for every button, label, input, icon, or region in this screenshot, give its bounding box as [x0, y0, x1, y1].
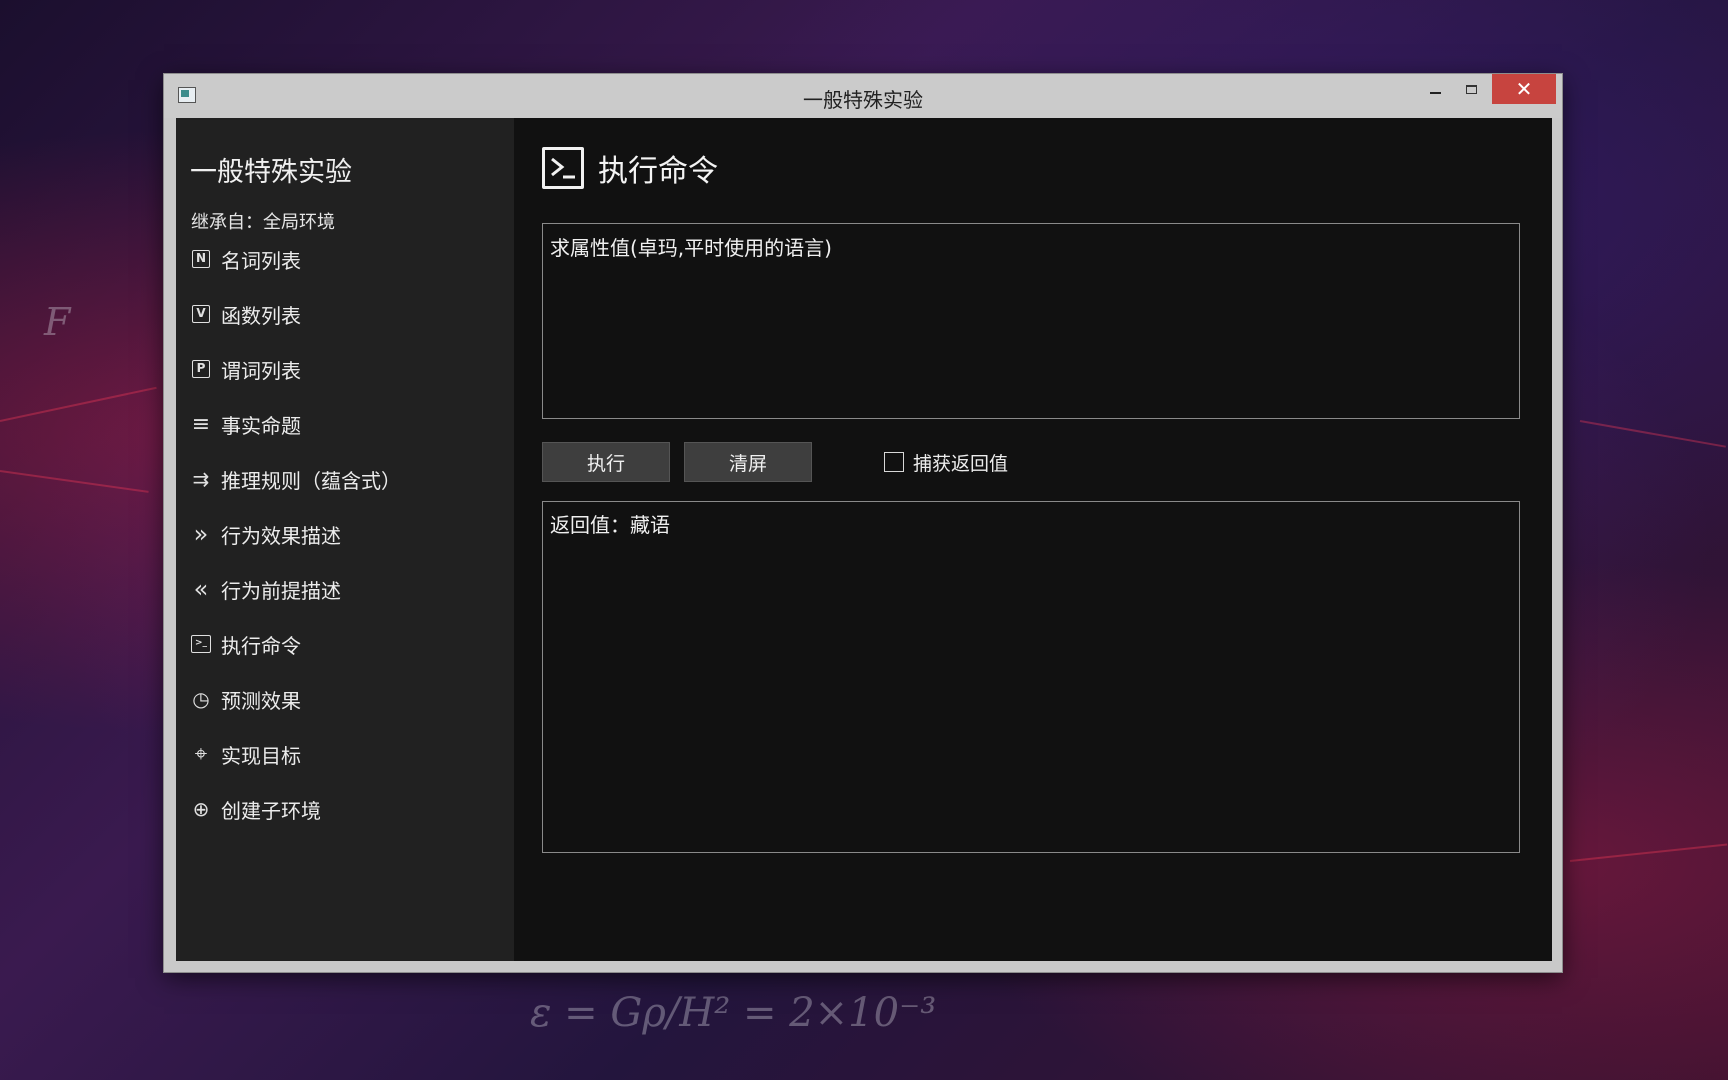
- sidebar-item-label: 行为效果描述: [221, 523, 341, 548]
- background-formula: F: [44, 300, 71, 344]
- page-header: 执行命令: [542, 146, 718, 190]
- output-text: 返回值：藏语: [550, 513, 670, 537]
- maximize-button[interactable]: [1456, 74, 1486, 104]
- light-streak: [1579, 420, 1726, 448]
- sidebar-item-label: 事实命题: [221, 413, 301, 438]
- arrows-right-icon: ⇉: [192, 467, 210, 491]
- sidebar-item-label: 实现目标: [221, 743, 301, 768]
- window-client-area: 一般特殊实验 继承自：全局环境 N 名词列表 V 函数列表 P 谓词列表 ≡ 事…: [176, 118, 1552, 961]
- inherit-text: 继承自：全局环境: [191, 212, 335, 233]
- sidebar-item-noun-list[interactable]: N 名词列表: [190, 242, 490, 276]
- command-input[interactable]: 求属性值(卓玛,平时使用的语言): [542, 223, 1520, 419]
- light-streak: [0, 386, 157, 422]
- close-button[interactable]: ✕: [1492, 74, 1556, 104]
- clock-icon: ◷: [192, 687, 210, 711]
- sidebar-item-achieve-goal[interactable]: ⌖ 实现目标: [190, 737, 490, 771]
- close-icon: ✕: [1515, 77, 1533, 101]
- terminal-icon: >_: [190, 633, 212, 655]
- sidebar-item-label: 预测效果: [221, 688, 301, 713]
- terminal-icon: [542, 147, 584, 189]
- background-formula: ε = Gρ/H² = 2×10⁻³: [530, 990, 937, 1036]
- capture-return-checkbox[interactable]: 捕获返回值: [884, 448, 1008, 476]
- sidebar-item-label: 执行命令: [221, 633, 301, 658]
- sidebar-item-inference-rules[interactable]: ⇉ 推理规则（蕴含式）: [190, 462, 490, 496]
- sidebar: 一般特殊实验 继承自：全局环境 N 名词列表 V 函数列表 P 谓词列表 ≡ 事…: [176, 118, 514, 961]
- sidebar-item-label: 行为前提描述: [221, 578, 341, 603]
- function-list-icon: V: [190, 303, 212, 325]
- noun-list-icon: N: [190, 248, 212, 270]
- capture-return-label: 捕获返回值: [913, 452, 1009, 475]
- predicate-list-icon: P: [190, 358, 212, 380]
- title-bar[interactable]: 一般特殊实验 ✕: [164, 74, 1562, 118]
- plus-circle-icon: ⊕: [192, 797, 210, 821]
- window-title: 一般特殊实验: [803, 88, 923, 112]
- sidebar-item-label: 谓词列表: [221, 358, 301, 383]
- light-streak: [1569, 843, 1728, 862]
- sidebar-item-label: 函数列表: [221, 303, 301, 328]
- sidebar-item-create-subenv[interactable]: ⊕ 创建子环境: [190, 792, 490, 826]
- target-icon: ⌖: [194, 741, 208, 767]
- light-streak: [0, 470, 149, 493]
- execute-button[interactable]: 执行: [542, 442, 670, 482]
- sidebar-item-label: 推理规则（蕴含式）: [221, 468, 401, 493]
- output-console[interactable]: 返回值：藏语: [542, 501, 1520, 853]
- list-lines-icon: ≡: [191, 411, 211, 437]
- sidebar-item-predict-effect[interactable]: ◷ 预测效果: [190, 682, 490, 716]
- sidebar-item-function-list[interactable]: V 函数列表: [190, 297, 490, 331]
- sidebar-item-label: 名词列表: [221, 248, 301, 273]
- page-title: 执行命令: [598, 154, 718, 189]
- double-chevron-right-icon: »: [193, 520, 209, 548]
- maximize-icon: [1465, 84, 1477, 94]
- sidebar-item-action-effects[interactable]: » 行为效果描述: [190, 517, 490, 551]
- sidebar-item-label: 创建子环境: [221, 798, 321, 823]
- sidebar-item-fact-propositions[interactable]: ≡ 事实命题: [190, 407, 490, 441]
- sidebar-item-predicate-list[interactable]: P 谓词列表: [190, 352, 490, 386]
- app-window: 一般特殊实验 ✕ 一般特殊实验 继承自：全局环境 N 名词列表 V 函数列表 P…: [164, 74, 1562, 972]
- checkbox-box[interactable]: [884, 452, 904, 472]
- minimize-button[interactable]: [1420, 74, 1450, 104]
- sidebar-item-execute-command[interactable]: >_ 执行命令: [190, 627, 490, 661]
- double-chevron-left-icon: «: [193, 575, 209, 603]
- sidebar-item-action-preconditions[interactable]: « 行为前提描述: [190, 572, 490, 606]
- sidebar-title: 一般特殊实验: [190, 157, 352, 188]
- clear-screen-button[interactable]: 清屏: [684, 442, 812, 482]
- minimize-icon: [1429, 92, 1441, 94]
